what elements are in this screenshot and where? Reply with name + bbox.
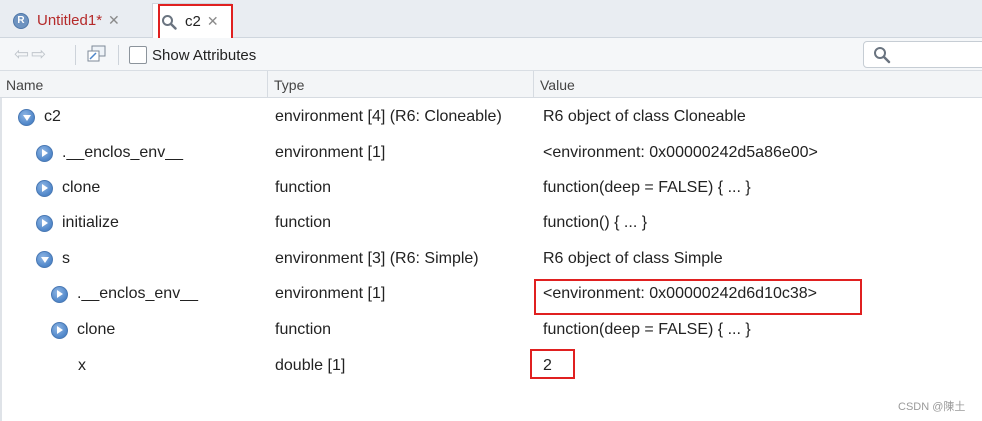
column-header-value[interactable]: Value [534,71,982,98]
row-name: clone [62,179,101,196]
name-cell: clone [36,170,100,206]
table-row[interactable]: s environment [3] (R6: Simple) R6 object… [0,241,982,277]
row-value: function() { ... } [543,214,648,231]
table-row[interactable]: c2 environment [4] (R6: Cloneable) R6 ob… [0,99,982,135]
row-name: initialize [62,214,119,231]
name-cell: x [78,348,86,384]
row-value: 2 [543,357,552,374]
column-header: Name Type Value [0,71,982,98]
row-name: x [78,357,86,374]
table-row[interactable]: .__enclos_env__ environment [1] <environ… [0,135,982,171]
search-icon [161,14,177,30]
row-value: function(deep = FALSE) { ... } [543,321,751,338]
tab-c2[interactable]: c2 ✕ [152,3,232,39]
tab-untitled1[interactable]: R Untitled1* ✕ [5,3,145,38]
watermark: CSDN @陳土 [898,401,966,413]
expand-icon[interactable] [51,285,68,303]
close-icon[interactable]: ✕ [207,13,219,30]
column-header-type[interactable]: Type [268,71,534,98]
row-name: clone [77,321,116,338]
name-cell: s [36,241,70,277]
row-type: function [275,179,332,196]
expand-icon[interactable] [36,214,53,232]
row-type: function [275,214,332,231]
show-attributes-toggle[interactable]: Show Attributes [129,46,256,64]
expand-icon[interactable] [36,144,53,162]
search-input[interactable] [894,45,979,65]
search-field[interactable] [863,41,982,68]
tab-c2-label: c2 [185,13,201,30]
toolbar-divider [118,45,119,65]
table-row[interactable]: clone function function(deep = FALSE) { … [0,312,982,348]
row-name: c2 [44,108,61,125]
table-row[interactable]: .__enclos_env__ environment [1] <environ… [0,276,982,312]
search-icon [873,46,891,69]
row-value: <environment: 0x00000242d5a86e00> [543,144,818,161]
name-cell: c2 [18,99,61,135]
left-edge-rule [0,98,2,421]
tab-untitled1-label: Untitled1* [37,12,103,29]
name-cell: clone [51,312,115,348]
expand-icon[interactable] [51,321,68,339]
show-attributes-label: Show Attributes [152,46,257,64]
collapse-icon[interactable] [18,108,35,126]
back-arrow-icon[interactable]: ⇦ [14,44,31,65]
table-row[interactable]: clone function function(deep = FALSE) { … [0,170,982,206]
forward-arrow-icon[interactable]: ⇨ [31,44,48,65]
name-cell: initialize [36,205,119,241]
row-name: s [62,250,70,267]
toolbar: ⇦ ⇨ Show Attributes [0,38,982,71]
collapse-icon[interactable] [36,250,53,268]
name-cell: .__enclos_env__ [36,135,183,171]
toolbar-divider [75,45,76,65]
row-type: double [1] [275,357,346,374]
column-header-name[interactable]: Name [0,71,268,98]
table-row[interactable]: initialize function function() { ... } [0,205,982,241]
row-value: function(deep = FALSE) { ... } [543,179,751,196]
row-type: function [275,321,332,338]
row-type: environment [1] [275,285,386,302]
popout-window-icon[interactable] [86,44,108,64]
row-name: .__enclos_env__ [77,285,198,302]
r-file-icon: R [13,12,29,29]
name-cell: .__enclos_env__ [51,276,198,312]
close-icon[interactable]: ✕ [108,12,120,29]
nav-arrows: ⇦ ⇨ [14,44,48,65]
row-type: environment [1] [275,144,386,161]
expand-icon[interactable] [36,179,53,197]
row-name: .__enclos_env__ [62,144,183,161]
row-value: R6 object of class Cloneable [543,108,746,125]
table-row[interactable]: x double [1] 2 [0,348,982,384]
row-value: R6 object of class Simple [543,250,723,267]
row-type: environment [3] (R6: Simple) [275,250,479,267]
row-value: <environment: 0x00000242d6d10c38> [543,285,817,302]
show-attributes-checkbox[interactable] [129,46,147,64]
row-type: environment [4] (R6: Cloneable) [275,108,502,125]
tab-bar: R Untitled1* ✕ c2 ✕ [0,0,982,39]
